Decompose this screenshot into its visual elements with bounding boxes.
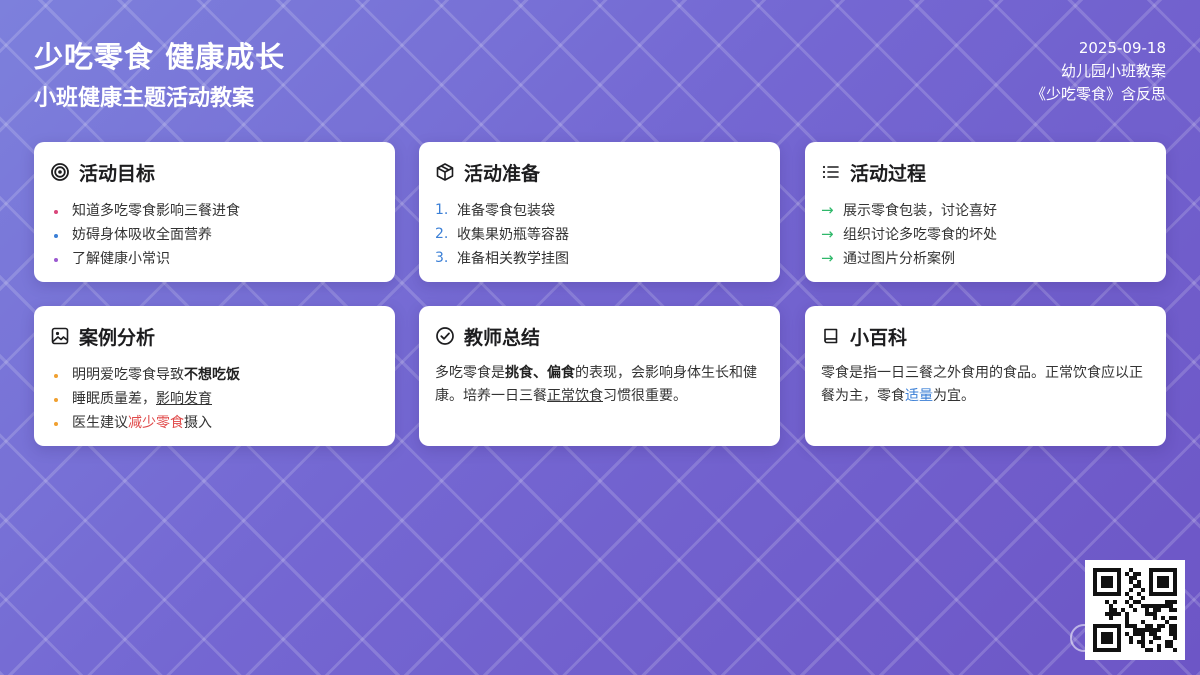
card-case-analysis: 案例分析 明明爱吃零食导致不想吃饭 睡眠质量差，影响发育 医生建议减少零食摄入 (34, 306, 395, 446)
card-title: 活动准备 (464, 162, 541, 185)
case-list: 明明爱吃零食导致不想吃饭 睡眠质量差，影响发育 医生建议减少零食摄入 (50, 362, 379, 434)
bullet-dot-icon (54, 234, 58, 238)
image-icon (50, 326, 70, 346)
card-title: 活动目标 (79, 162, 156, 185)
target-icon (50, 162, 70, 182)
card-header: 活动过程 (821, 159, 1150, 185)
book-icon (821, 326, 841, 346)
page: 少吃零食 健康成长 小班健康主题活动教案 2025-09-18 幼儿园小班教案 … (0, 0, 1200, 675)
list-item: 1. 准备零食包装袋 (435, 198, 764, 222)
list-item-text: 明明爱吃零食导致不想吃饭 (72, 367, 240, 383)
list-icon (821, 162, 841, 182)
list-item: 了解健康小常识 (50, 246, 379, 270)
list-item-text: 收集果奶瓶等容器 (457, 227, 569, 243)
arrow-right-icon: → (821, 201, 834, 219)
list-item: 睡眠质量差，影响发育 (50, 386, 379, 410)
list-number: 1. (435, 202, 449, 218)
list-item: → 组织讨论多吃零食的坏处 (821, 222, 1150, 246)
header-meta: 2025-09-18 幼儿园小班教案 《少吃零食》含反思 (1031, 37, 1166, 106)
list-item: 妨碍身体吸收全面营养 (50, 222, 379, 246)
list-item: 3. 准备相关教学挂图 (435, 246, 764, 270)
encyclopedia-text: 零食是指一日三餐之外食用的食品。正常饮食应以正餐为主，零食适量为宜。 (821, 365, 1143, 404)
card-teacher-summary: 教师总结 多吃零食是挑食、偏食的表现，会影响身体生长和健康。培养一日三餐正常饮食… (419, 306, 780, 446)
list-number: 2. (435, 226, 449, 242)
card-title: 案例分析 (79, 326, 156, 349)
bullet-dot-icon (54, 374, 58, 378)
date-label: 2025-09-18 (1078, 39, 1166, 57)
list-number: 3. (435, 250, 449, 266)
list-item-text: 通过图片分析案例 (843, 251, 955, 267)
bullet-dot-icon (54, 422, 58, 426)
list-item: 明明爱吃零食导致不想吃饭 (50, 362, 379, 386)
qr-code-icon[interactable] (1085, 560, 1185, 660)
goals-list: 知道多吃零食影响三餐进食 妨碍身体吸收全面营养 了解健康小常识 (50, 198, 379, 270)
card-header: 活动目标 (50, 159, 379, 185)
card-header: 案例分析 (50, 323, 379, 349)
bullet-dot-icon (54, 398, 58, 402)
list-item-text: 准备相关教学挂图 (457, 251, 569, 267)
list-item-text: 妨碍身体吸收全面营养 (72, 227, 212, 243)
card-title: 教师总结 (464, 326, 541, 349)
list-item-text: 了解健康小常识 (72, 251, 170, 267)
card-header: 小百科 (821, 323, 1150, 349)
arrow-right-icon: → (821, 225, 834, 243)
class-label: 幼儿园小班教案 (1060, 62, 1166, 80)
bullet-dot-icon (54, 258, 58, 262)
list-item: 医生建议减少零食摄入 (50, 410, 379, 434)
list-item-text: 展示零食包装，讨论喜好 (843, 203, 997, 219)
card-goals: 活动目标 知道多吃零食影响三餐进食 妨碍身体吸收全面营养 了解健康小常识 (34, 142, 395, 282)
list-item: → 展示零食包装，讨论喜好 (821, 198, 1150, 222)
list-item-text: 医生建议减少零食摄入 (72, 415, 212, 431)
card-encyclopedia: 小百科 零食是指一日三餐之外食用的食品。正常饮食应以正餐为主，零食适量为宜。 (805, 306, 1166, 446)
document-name: 《少吃零食》含反思 (1030, 85, 1166, 103)
list-item: 2. 收集果奶瓶等容器 (435, 222, 764, 246)
card-process: 活动过程 → 展示零食包装，讨论喜好 → 组织讨论多吃零食的坏处 → 通过图片分析案例 (805, 142, 1166, 282)
bullet-dot-icon (54, 210, 58, 214)
card-header: 活动准备 (435, 159, 764, 185)
card-preparation: 活动准备 1. 准备零食包装袋 2. 收集果奶瓶等容器 3. 准备相关教学挂图 (419, 142, 780, 282)
list-item: → 通过图片分析案例 (821, 246, 1150, 270)
list-item-text: 准备零食包装袋 (457, 203, 555, 219)
box-icon (435, 162, 455, 182)
card-header: 教师总结 (435, 323, 764, 349)
qr-code-image (1093, 568, 1177, 652)
preparation-list: 1. 准备零食包装袋 2. 收集果奶瓶等容器 3. 准备相关教学挂图 (435, 198, 764, 270)
list-item: 知道多吃零食影响三餐进食 (50, 198, 379, 222)
list-item-text: 知道多吃零食影响三餐进食 (72, 203, 240, 219)
check-circle-icon (435, 326, 455, 346)
page-subtitle: 小班健康主题活动教案 (34, 86, 255, 111)
arrow-right-icon: → (821, 249, 834, 267)
card-title: 活动过程 (850, 162, 927, 185)
list-item-text: 睡眠质量差，影响发育 (72, 391, 212, 407)
process-list: → 展示零食包装，讨论喜好 → 组织讨论多吃零食的坏处 → 通过图片分析案例 (821, 198, 1150, 270)
page-title: 少吃零食 健康成长 (34, 40, 286, 74)
summary-text: 多吃零食是挑食、偏食的表现，会影响身体生长和健康。培养一日三餐正常饮食习惯很重要… (435, 365, 757, 404)
list-item-text: 组织讨论多吃零食的坏处 (843, 227, 997, 243)
card-title: 小百科 (850, 326, 908, 349)
